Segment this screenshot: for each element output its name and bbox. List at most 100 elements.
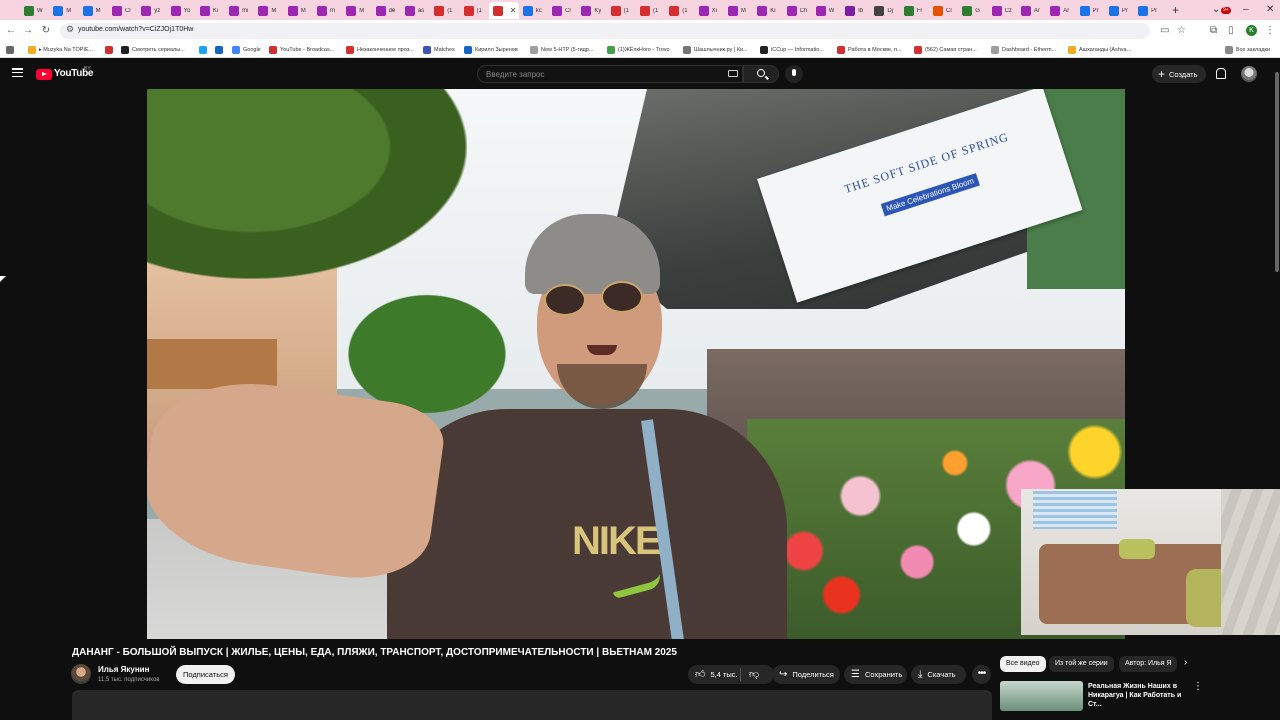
notifications-bell-icon[interactable] [1215, 68, 1226, 79]
profile-avatar[interactable]: K [1246, 25, 1257, 36]
bookmark-item[interactable]: Dashboard - Etherm... [991, 44, 1056, 56]
browser-menu-icon[interactable]: ⋮ [1265, 24, 1275, 38]
chevron-right-icon[interactable]: › [1184, 657, 1187, 668]
account-avatar[interactable] [1241, 66, 1257, 82]
close-tab-icon[interactable]: ✕ [510, 6, 517, 15]
description-box[interactable] [72, 690, 992, 720]
minimize-icon[interactable]: – [1243, 3, 1249, 17]
browser-tab[interactable]: M [284, 2, 313, 19]
site-info-icon[interactable]: ⚙ [66, 24, 74, 35]
browser-tab[interactable]: Dj [870, 2, 899, 19]
bookmark-item[interactable]: ▸ Muzyka Na TOPIE... [28, 44, 93, 56]
browser-tab[interactable]: Cl [108, 2, 137, 19]
browser-tab[interactable]: W [20, 2, 49, 19]
search-input[interactable]: Введите запрос [477, 65, 743, 83]
browser-tab[interactable]: Cl [548, 2, 577, 19]
create-button[interactable]: + Создать [1152, 65, 1206, 83]
bookmark-item[interactable]: YouTube - Broadcas... [269, 44, 334, 56]
subscribe-button[interactable]: Подписаться [176, 665, 235, 684]
bookmark-item[interactable]: Шашлычник.ру | Ки... [683, 44, 748, 56]
bookmark-item[interactable]: Google [232, 44, 261, 56]
browser-tab[interactable]: ✕ [488, 2, 519, 19]
save-button[interactable]: ☰ Сохранить [844, 665, 907, 684]
forward-icon[interactable]: → [21, 24, 35, 38]
browser-tab[interactable]: Ki [753, 2, 782, 19]
bookmark-item[interactable] [199, 44, 210, 56]
browser-tab[interactable]: mi [225, 2, 254, 19]
new-tab-button[interactable]: + [1172, 3, 1179, 17]
browser-tab[interactable]: Pr [1076, 2, 1105, 19]
browser-tab[interactable]: Ar [1046, 2, 1075, 19]
browser-tab[interactable]: M [254, 2, 283, 19]
tab-search-icon[interactable]: ⌄ [1212, 3, 1220, 17]
bookmark-item[interactable]: (562) Самая стран... [914, 44, 977, 56]
browser-tab[interactable]: M [79, 2, 108, 19]
browser-tab[interactable]: de [372, 2, 401, 19]
browser-tab[interactable]: Ki [196, 2, 225, 19]
hamburger-menu-icon[interactable] [12, 68, 23, 78]
browser-tab[interactable]: Cz [988, 2, 1017, 19]
browser-tab[interactable]: (1 [636, 2, 665, 19]
bookmark-star-icon[interactable]: ☆ [1177, 24, 1186, 38]
more-actions-icon[interactable]: ••• [972, 665, 991, 684]
bookmark-item[interactable]: (1)ЖЁпкНого - Trovo [607, 44, 670, 56]
search-button[interactable] [743, 65, 779, 83]
browser-tab[interactable]: G [958, 2, 987, 19]
channel-avatar[interactable] [71, 664, 91, 684]
browser-tab[interactable]: Xi [695, 2, 724, 19]
url-field[interactable]: ⚙ youtube.com/watch?v=CiZJOj1T0Hw [60, 23, 1150, 39]
extensions-icon[interactable]: ⧉ [1210, 24, 1217, 38]
sidebar-icon[interactable]: ▯ [1228, 24, 1234, 38]
video-player[interactable]: THE SOFT SIDE OF SPRING Make Celebration… [147, 89, 1125, 639]
bookmark-item[interactable]: Смотреть сериалы... [121, 44, 185, 56]
like-button[interactable]: 👍︎ 5,4 тыс. 👎︎ [688, 665, 774, 684]
browser-tab[interactable]: W [812, 2, 841, 19]
browser-tab[interactable]: M [342, 2, 371, 19]
browser-tab[interactable]: (1 [607, 2, 636, 19]
all-bookmarks-folder[interactable]: Все закладки [1225, 44, 1270, 56]
browser-tab[interactable]: as [401, 2, 430, 19]
youtube-logo-icon[interactable] [36, 69, 52, 80]
browser-tab[interactable]: kc [519, 2, 548, 19]
browser-tab[interactable]: M [724, 2, 753, 19]
browser-tab[interactable]: (1 [460, 2, 489, 19]
bookmark-item[interactable]: iCCup — Informatio... [760, 44, 824, 56]
bookmark-item[interactable] [105, 44, 116, 56]
browser-tab[interactable]: Cl [929, 2, 958, 19]
browser-tab[interactable]: (1 [665, 2, 694, 19]
bookmark-item[interactable]: Работа в Москве, п... [837, 44, 902, 56]
browser-tab[interactable]: m [313, 2, 342, 19]
bookmark-item[interactable]: Matches [423, 44, 455, 56]
browser-tab[interactable]: Ky [577, 2, 606, 19]
browser-tab[interactable]: M [49, 2, 78, 19]
apps-icon[interactable] [6, 44, 14, 56]
recommended-more-icon[interactable]: ⋮ [1193, 681, 1203, 692]
bookmark-item[interactable]: Кирилл Зыренов [464, 44, 518, 56]
browser-tab[interactable]: Yo [167, 2, 196, 19]
recommended-thumbnail[interactable] [1000, 681, 1083, 711]
thumbs-down-icon[interactable]: 👎︎ [749, 668, 759, 680]
browser-tab[interactable]: Ar [1017, 2, 1046, 19]
picture-in-picture-window[interactable] [1021, 489, 1280, 635]
download-button[interactable]: ⤓ Скачать [911, 665, 966, 684]
browser-tab[interactable]: Pr [1105, 2, 1134, 19]
share-button[interactable]: ↪ Поделиться [772, 665, 840, 684]
reload-icon[interactable]: ↻ [39, 24, 53, 38]
channel-name[interactable]: Илья Якунин [98, 665, 149, 674]
voice-search-mic-icon[interactable] [785, 65, 803, 83]
browser-tab[interactable]: (1 [430, 2, 459, 19]
chip-by-author[interactable]: Автор: Илья Я [1119, 656, 1177, 672]
cast-icon[interactable]: ▭ [1160, 24, 1169, 38]
recommended-title[interactable]: Реальная Жизнь Наших в Никарагуа | Как Р… [1088, 682, 1188, 709]
back-icon[interactable]: ← [4, 24, 18, 38]
browser-tab[interactable]: Ib [841, 2, 870, 19]
keyboard-icon[interactable] [728, 70, 738, 77]
bookmark-item[interactable]: Незаконченное проз... [346, 44, 414, 56]
chip-same-series[interactable]: Из той же серии [1049, 656, 1114, 672]
bookmark-item[interactable]: Now 5-HTP (5-гидр... [530, 44, 594, 56]
page-scrollbar[interactable] [1274, 62, 1280, 720]
browser-tab[interactable]: Ch [783, 2, 812, 19]
browser-tab[interactable]: Fr [900, 2, 929, 19]
browser-tab[interactable]: Pr [1134, 2, 1163, 19]
close-window-icon[interactable]: ✕ [1266, 3, 1274, 17]
